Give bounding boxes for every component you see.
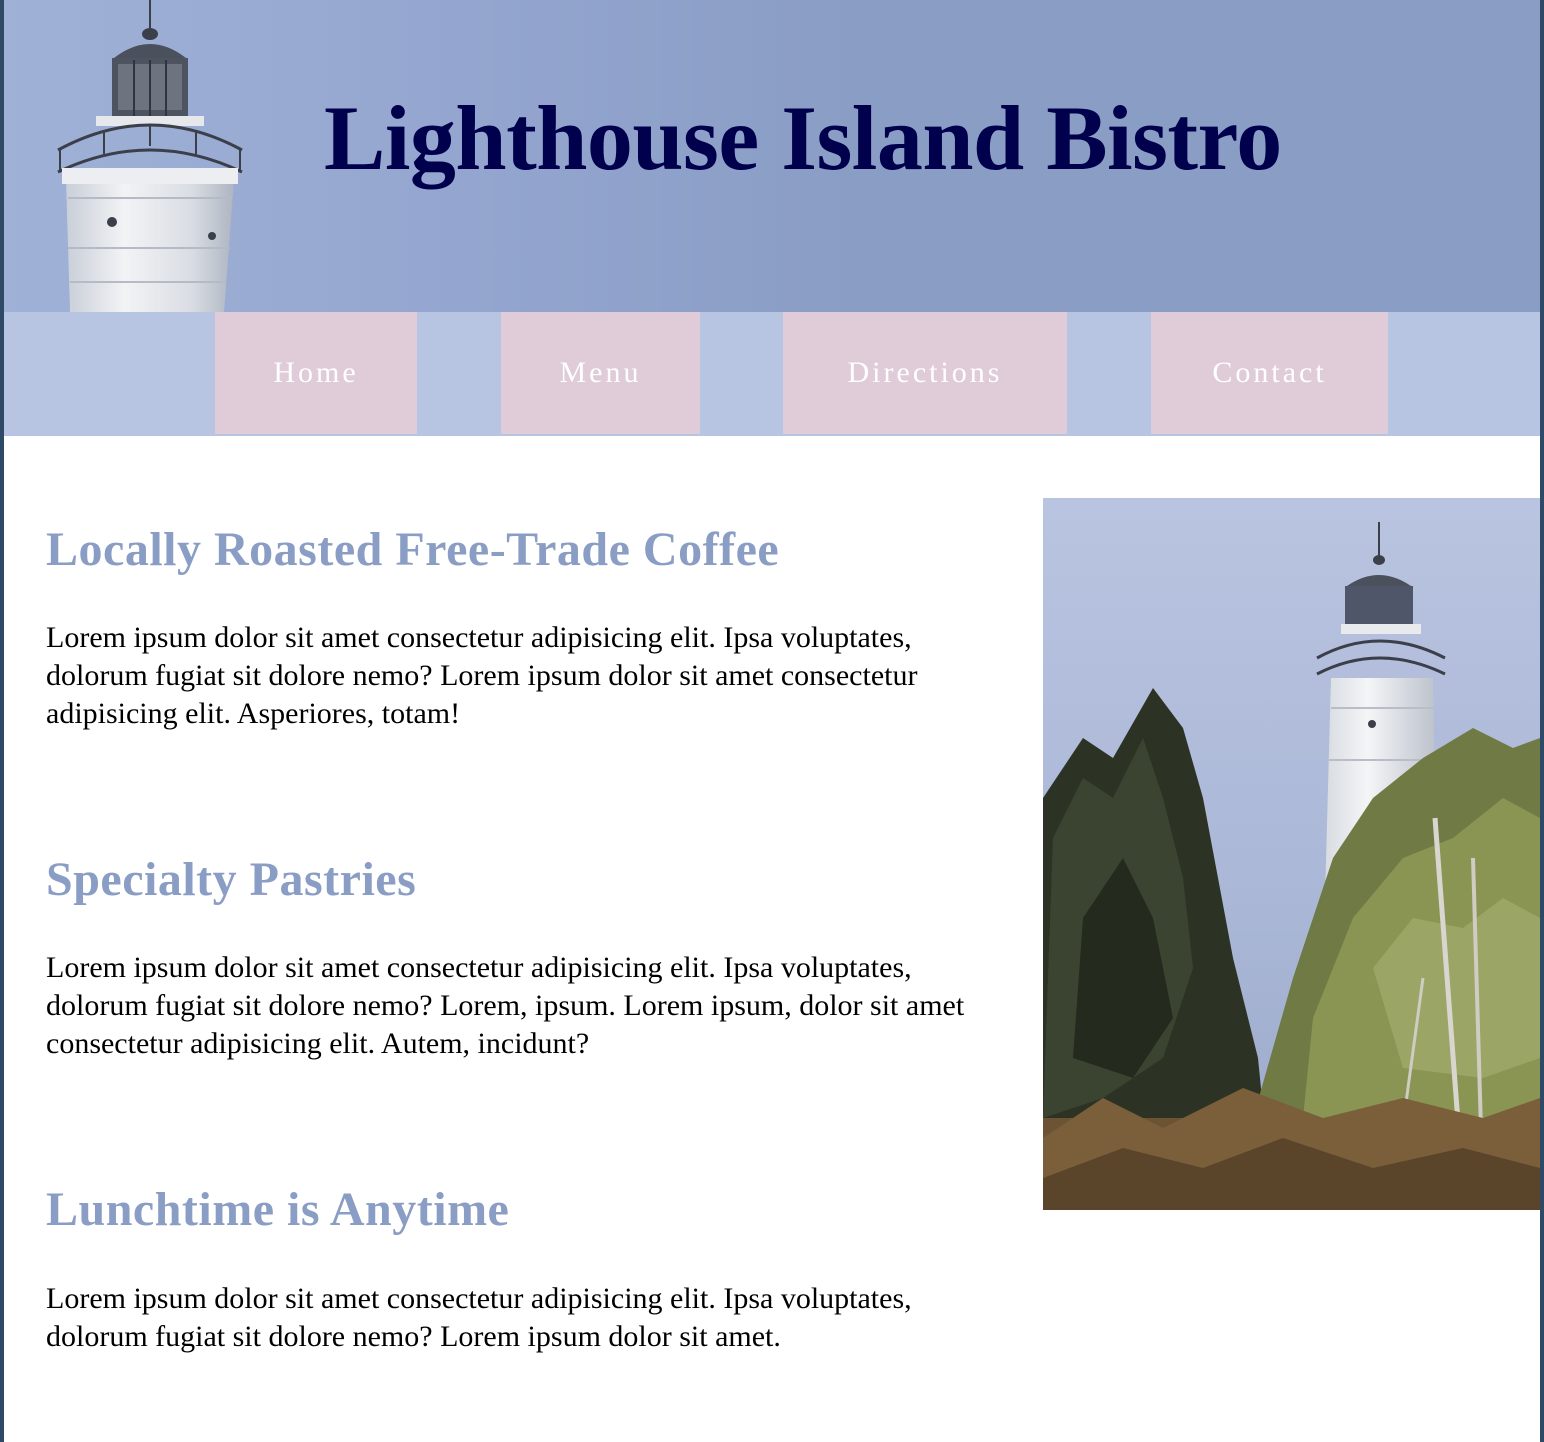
section-heading-coffee: Locally Roasted Free-Trade Coffee xyxy=(46,523,780,576)
lighthouse-photo xyxy=(1043,498,1540,1210)
section-heading-lunch: Lunchtime is Anytime xyxy=(46,1183,510,1236)
site-header: Lighthouse Island Bistro xyxy=(4,0,1540,312)
section-text-coffee: Lorem ipsum dolor sit amet consectetur a… xyxy=(46,621,918,730)
section-text-pastries: Lorem ipsum dolor sit amet consectetur a… xyxy=(46,951,965,1060)
nav-contact-link[interactable]: Contact xyxy=(1151,312,1388,434)
main-nav: Home Menu Directions Contact xyxy=(4,312,1540,436)
nav-directions-link[interactable]: Directions xyxy=(783,312,1067,434)
section-heading-pastries: Specialty Pastries xyxy=(46,853,417,906)
header-lighthouse-image xyxy=(57,0,243,312)
nav-menu-link[interactable]: Menu xyxy=(501,312,700,434)
nav-home-link[interactable]: Home xyxy=(215,312,417,434)
site-title: Lighthouse Island Bistro xyxy=(324,87,1282,189)
section-text-lunch: Lorem ipsum dolor sit amet consectetur a… xyxy=(46,1282,912,1353)
page: Lighthouse Island Bistro Home Menu Direc… xyxy=(4,0,1540,1442)
